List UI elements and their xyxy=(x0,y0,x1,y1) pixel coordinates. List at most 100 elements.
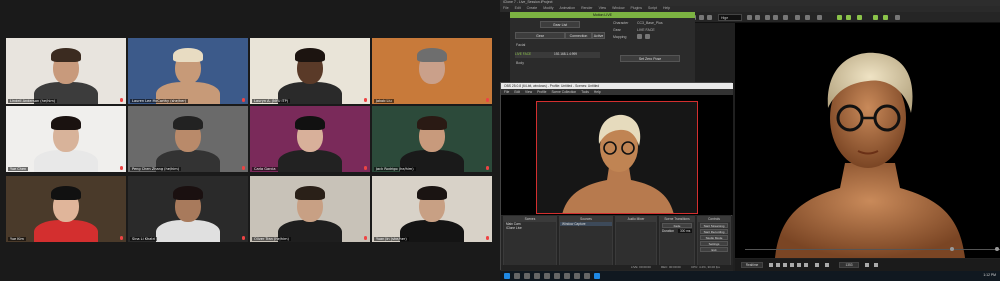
obs-canvas[interactable] xyxy=(536,101,698,214)
app-menu-item[interactable]: Modify xyxy=(543,6,553,10)
obs-menu-item[interactable]: Tools xyxy=(581,90,589,94)
mapping-body-icon[interactable] xyxy=(645,34,650,39)
mail-icon[interactable] xyxy=(564,273,570,279)
device-row[interactable]: LIVE FACE 192.168.1.4:999 xyxy=(515,52,600,58)
participant-tile[interactable]: Yue Chen xyxy=(6,106,126,172)
timeline-end-knob[interactable] xyxy=(995,247,999,251)
move-tool-icon[interactable] xyxy=(699,15,704,20)
stop-icon[interactable] xyxy=(769,263,773,267)
participant-tile[interactable]: Jack Rodrigo (he/him) xyxy=(372,106,492,172)
last-frame-icon[interactable] xyxy=(804,263,808,267)
set-zero-pose-button[interactable]: Set Zero Pose xyxy=(620,55,680,62)
participant-tile[interactable]: Yuan Jin (she/her) xyxy=(372,176,492,242)
grid-icon[interactable] xyxy=(765,15,770,20)
explorer-icon[interactable] xyxy=(544,273,550,279)
start-streaming-button[interactable]: Start Streaming xyxy=(700,223,728,228)
settings-button[interactable]: Settings xyxy=(700,241,728,246)
iclone-icon[interactable] xyxy=(584,273,590,279)
participant-tile[interactable]: Lauryn A. (NYU ITP) xyxy=(250,38,370,104)
participant-body xyxy=(156,220,220,242)
settings-icon[interactable] xyxy=(874,263,878,267)
app-menu-item[interactable]: Edit xyxy=(515,6,521,10)
ik-icon[interactable] xyxy=(837,15,842,20)
app-menu-item[interactable]: Help xyxy=(663,6,670,10)
play-icon[interactable] xyxy=(790,263,794,267)
exit-button[interactable]: Exit xyxy=(700,247,728,252)
obs-menu-item[interactable]: Scene Collection xyxy=(551,90,576,94)
participant-hair xyxy=(51,116,81,130)
scene-item[interactable]: iClone Live xyxy=(504,226,556,230)
transition-select[interactable]: Fade xyxy=(662,223,692,228)
rotate-tool-icon[interactable] xyxy=(707,15,712,20)
camera-icon[interactable] xyxy=(747,15,752,20)
search-icon[interactable] xyxy=(514,273,520,279)
participant-tile[interactable]: Lindell Anderson (he/him) xyxy=(6,38,126,104)
gear-list-button[interactable]: Gear List xyxy=(540,21,580,28)
source-item[interactable]: Window Capture xyxy=(560,222,612,226)
loop-icon[interactable] xyxy=(815,263,819,267)
mic-muted-icon xyxy=(120,166,123,170)
desktop: iClone 7 - Live_Session.iProject File Edi… xyxy=(500,0,1000,281)
quality-select[interactable]: Hige xyxy=(718,14,742,21)
facial-group-label: Facial xyxy=(516,43,526,47)
shading-icon[interactable] xyxy=(783,15,788,20)
task-view-icon[interactable] xyxy=(524,273,530,279)
participant-tile[interactable]: Lauren Lee McCarthy (she/her) xyxy=(128,38,248,104)
display-icon[interactable] xyxy=(817,15,822,20)
mapping-face-icon[interactable] xyxy=(637,34,642,39)
app-menu-item[interactable]: Animation xyxy=(560,6,576,10)
app-menu-item[interactable]: Create xyxy=(527,6,538,10)
timeline-toggle-icon[interactable] xyxy=(865,263,869,267)
app-menu-item[interactable]: Script xyxy=(648,6,657,10)
obs-avatar xyxy=(537,102,697,213)
first-frame-icon[interactable] xyxy=(776,263,780,267)
edge-icon[interactable] xyxy=(534,273,540,279)
start-icon[interactable] xyxy=(504,273,510,279)
prev-frame-icon[interactable] xyxy=(783,263,787,267)
realtime-select[interactable]: Realtime xyxy=(741,262,763,268)
light-icon[interactable] xyxy=(755,15,760,20)
participant-tile[interactable]: Yue Kim xyxy=(6,176,126,242)
obs-menu-item[interactable]: Profile xyxy=(537,90,546,94)
path-icon[interactable] xyxy=(846,15,851,20)
record-icon[interactable] xyxy=(825,263,829,267)
puppet-icon[interactable] xyxy=(873,15,878,20)
participant-tile[interactable]: Jakob Liu xyxy=(372,38,492,104)
store-icon[interactable] xyxy=(554,273,560,279)
gizmo-icon[interactable] xyxy=(805,15,810,20)
axis-icon[interactable] xyxy=(795,15,800,20)
obs-preview[interactable] xyxy=(501,95,733,215)
chrome-icon[interactable] xyxy=(574,273,580,279)
edit-icon[interactable] xyxy=(895,15,900,20)
participant-tile[interactable]: Peng Chen Zhang (he/him) xyxy=(128,106,248,172)
participant-tile[interactable]: Oliver Tran (he/him) xyxy=(250,176,370,242)
obs-menu-item[interactable]: File xyxy=(504,90,509,94)
app-menu-item[interactable]: View xyxy=(599,6,607,10)
participant-name: Jakob Liu xyxy=(374,99,394,103)
obs-menu-item[interactable]: Edit xyxy=(514,90,520,94)
motion-icon[interactable] xyxy=(857,15,862,20)
face-key-icon[interactable] xyxy=(883,15,888,20)
app-menu-item[interactable]: Render xyxy=(581,6,592,10)
participant-hair xyxy=(295,48,325,62)
participant-name: Lindell Anderson (he/him) xyxy=(8,99,58,103)
wireframe-icon[interactable] xyxy=(773,15,778,20)
obs-icon[interactable] xyxy=(594,273,600,279)
studio-mode-button[interactable]: Studio Mode xyxy=(700,235,728,240)
3d-viewport[interactable] xyxy=(735,23,1000,258)
obs-menu-item[interactable]: Help xyxy=(594,90,601,94)
start-recording-button[interactable]: Start Recording xyxy=(700,229,728,234)
timeline-scrubber[interactable] xyxy=(735,245,1000,255)
duration-label: Duration xyxy=(662,229,675,233)
app-menu-item[interactable]: File xyxy=(503,6,509,10)
obs-menu-item[interactable]: View xyxy=(525,90,532,94)
next-frame-icon[interactable] xyxy=(797,263,801,267)
timeline-knob[interactable] xyxy=(950,247,954,251)
frame-field[interactable]: 1353 xyxy=(839,262,859,268)
app-menu-item[interactable]: Window xyxy=(612,6,624,10)
app-menu-item[interactable]: Plugins xyxy=(631,6,642,10)
participant-tile[interactable]: Carla Garcia xyxy=(250,106,370,172)
participant-name: Yuan Jin (she/her) xyxy=(374,237,409,241)
duration-input[interactable]: 300 ms xyxy=(677,229,693,233)
participant-tile[interactable]: Sina Li Khatri xyxy=(128,176,248,242)
